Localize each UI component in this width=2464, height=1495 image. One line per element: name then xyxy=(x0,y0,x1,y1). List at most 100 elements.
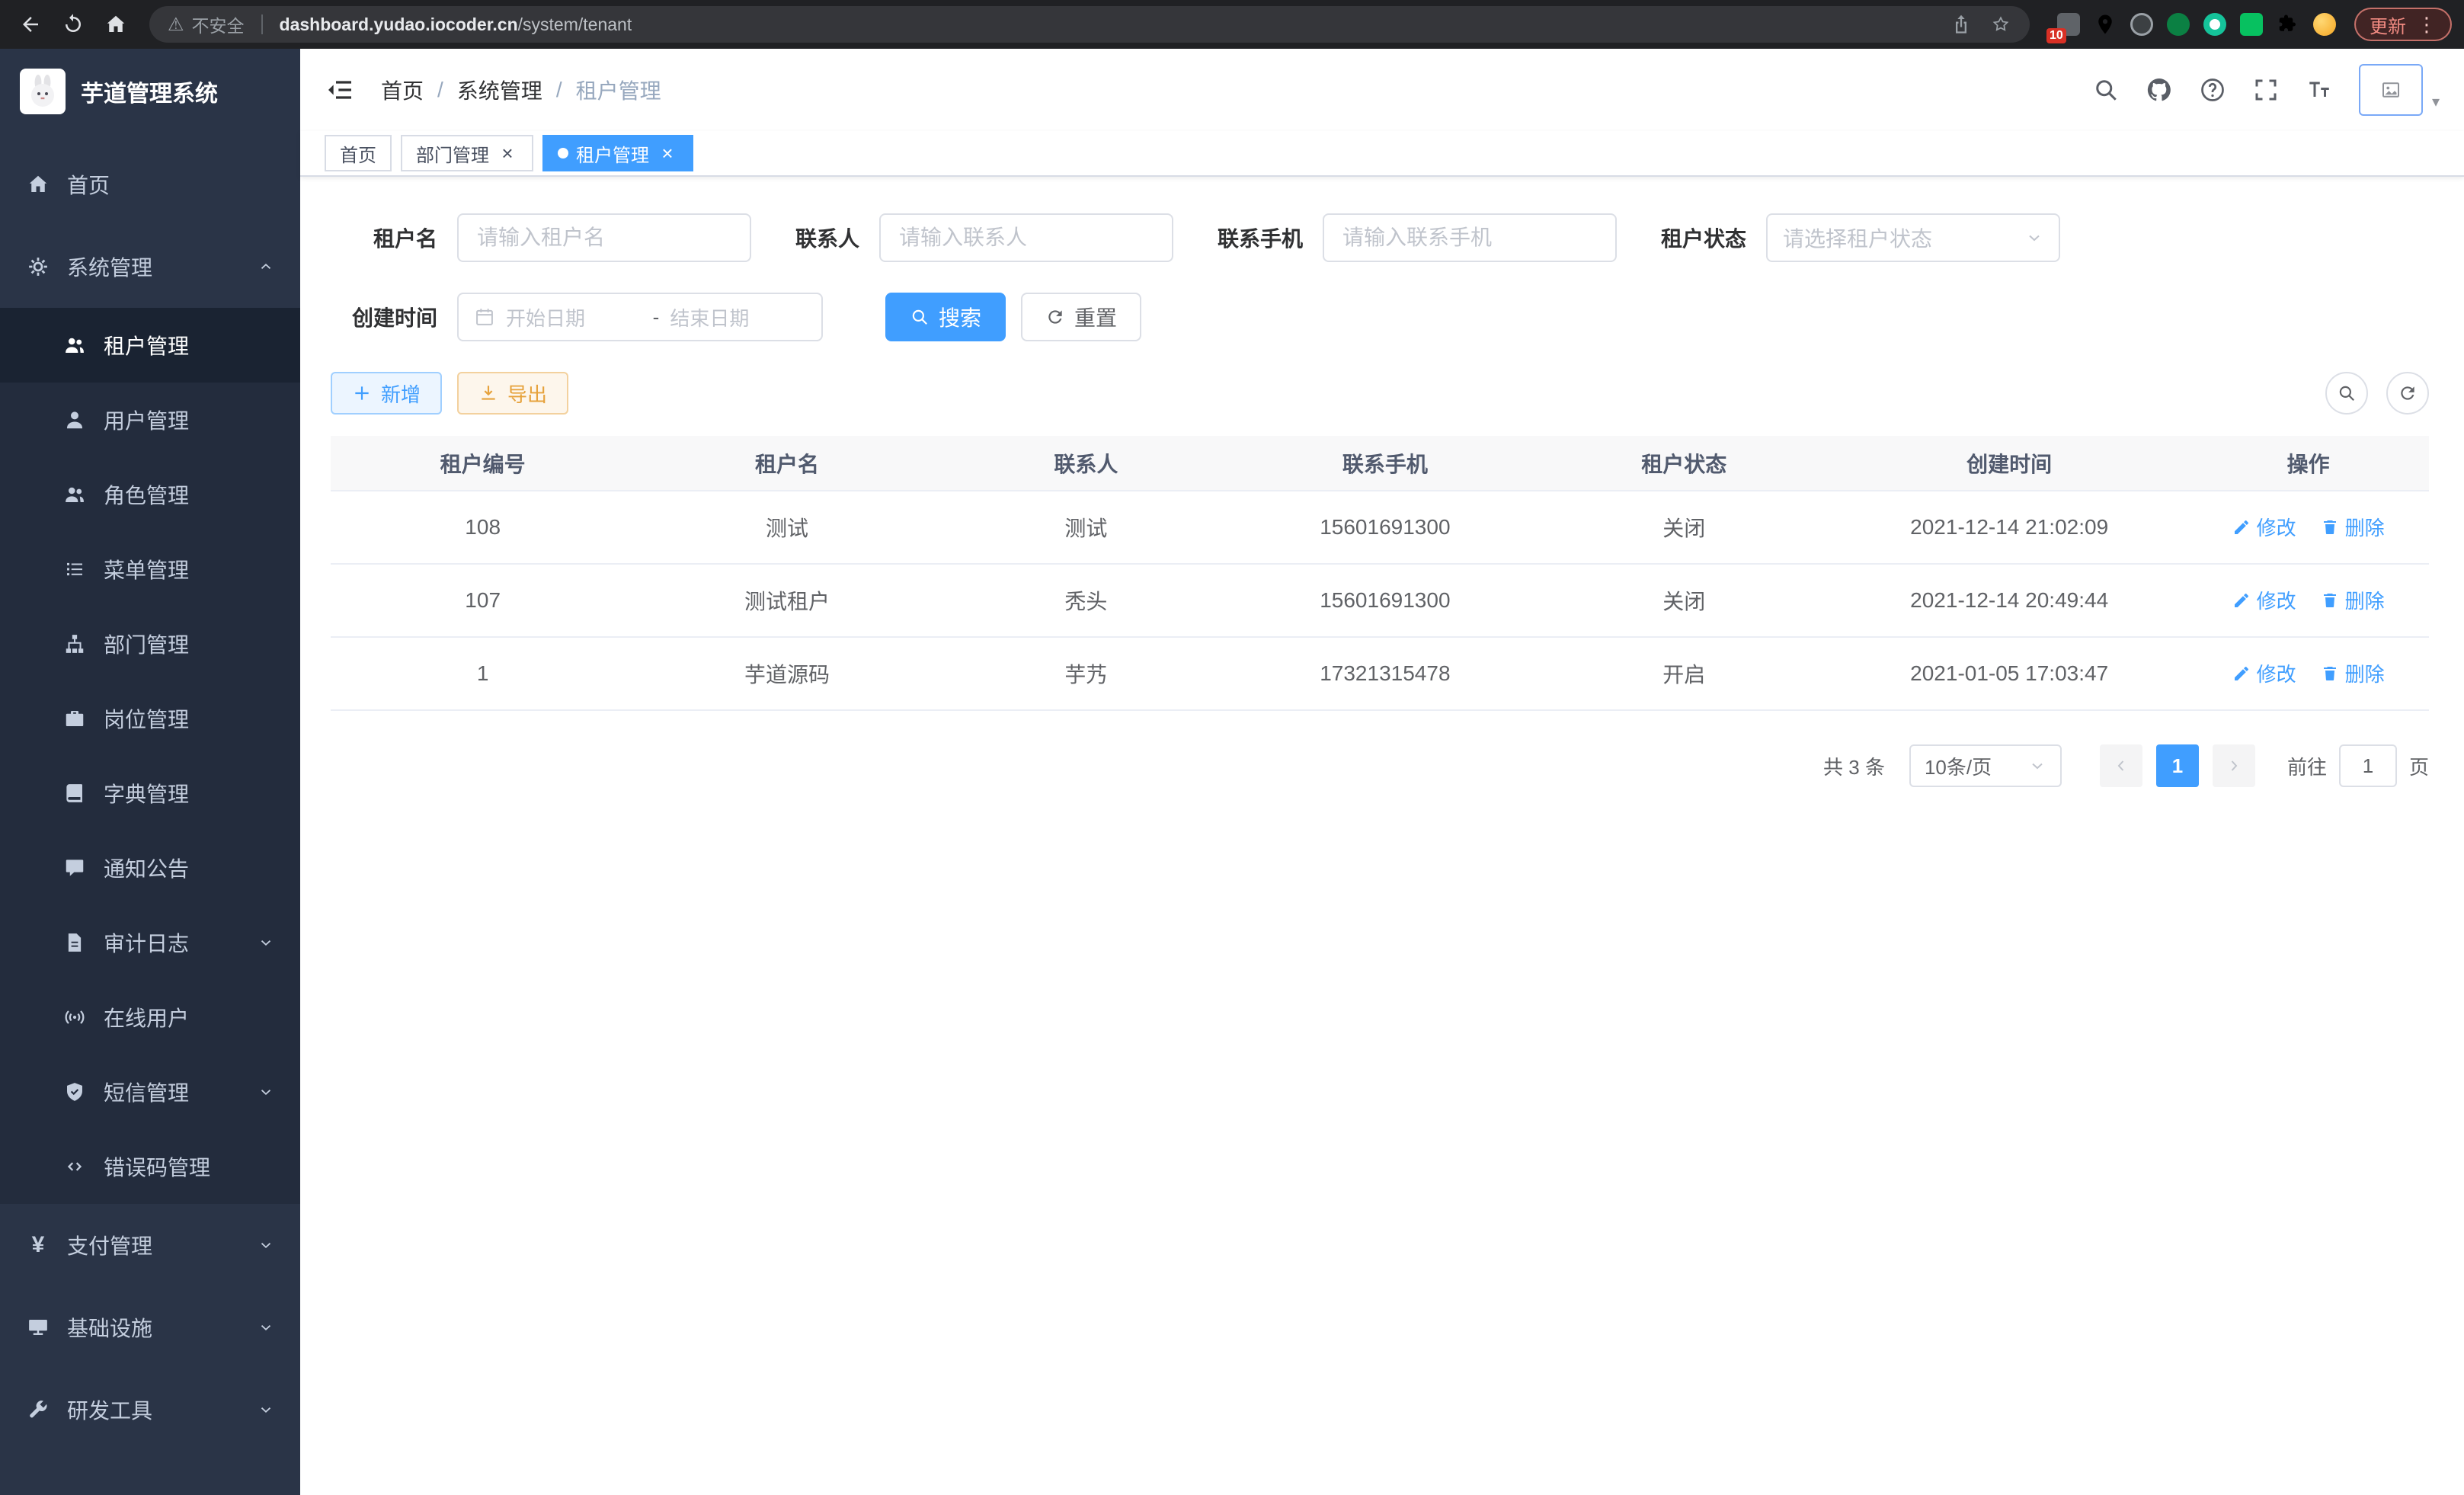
tenant-name-input[interactable] xyxy=(457,213,751,262)
extensions-puzzle-icon[interactable] xyxy=(2277,13,2299,36)
sidebar-item-online-users[interactable]: 在线用户 xyxy=(0,980,300,1055)
caret-down-icon: ▾ xyxy=(2432,94,2440,116)
edit-link[interactable]: 修改 xyxy=(2232,513,2296,541)
address-bar[interactable]: ⚠ 不安全 dashboard.yudao.iocoder.cn/system/… xyxy=(149,6,2030,43)
sidebar-item-departments[interactable]: 部门管理 xyxy=(0,607,300,681)
reset-button[interactable]: 重置 xyxy=(1021,293,1141,341)
cell-phone: 15601691300 xyxy=(1233,491,1537,564)
sidebar-item-tenant[interactable]: 租户管理 xyxy=(0,308,300,383)
date-range-picker[interactable]: 开始日期 - 结束日期 xyxy=(457,293,823,341)
breadcrumb-system[interactable]: 系统管理 xyxy=(457,75,542,105)
chevron-down-icon xyxy=(258,934,274,951)
browser-home-icon[interactable] xyxy=(98,6,134,43)
cell-contact: 秃头 xyxy=(939,564,1234,637)
sidebar-item-audit-log[interactable]: 审计日志 xyxy=(0,905,300,980)
page-size-select[interactable]: 10条/页 xyxy=(1909,744,2062,787)
trash-icon xyxy=(2321,591,2339,610)
edit-icon xyxy=(2232,518,2251,536)
extension-icon-3[interactable] xyxy=(2167,13,2190,36)
menu-list-icon xyxy=(62,558,87,581)
browser-menu-icon[interactable]: ⋮ xyxy=(2417,13,2437,37)
tab-department[interactable]: 部门管理× xyxy=(401,135,533,171)
cell-actions: 修改删除 xyxy=(2187,637,2429,710)
screen: ⚠ 不安全 dashboard.yudao.iocoder.cn/system/… xyxy=(0,0,2464,1495)
browser-profile-avatar[interactable] xyxy=(2313,13,2336,36)
next-page-button[interactable] xyxy=(2213,744,2255,787)
chevron-down-icon xyxy=(258,1319,274,1336)
sidebar-item-system[interactable]: 系统管理 xyxy=(0,226,300,308)
extension-icon-5[interactable] xyxy=(2240,13,2263,36)
filter-tenant-name: 租户名 xyxy=(331,213,751,262)
sidebar-item-dict[interactable]: 字典管理 xyxy=(0,756,300,831)
page-size-value: 10条/页 xyxy=(1925,752,1992,780)
back-icon[interactable] xyxy=(12,6,49,43)
update-label: 更新 xyxy=(2370,11,2406,38)
delete-link[interactable]: 删除 xyxy=(2321,659,2385,687)
browser-toolbar: ⚠ 不安全 dashboard.yudao.iocoder.cn/system/… xyxy=(0,0,2464,49)
delete-link[interactable]: 删除 xyxy=(2321,586,2385,614)
delete-link[interactable]: 删除 xyxy=(2321,513,2385,541)
sidebar-item-posts[interactable]: 岗位管理 xyxy=(0,681,300,756)
sidebar-item-label: 支付管理 xyxy=(67,1230,152,1260)
add-button[interactable]: 新增 xyxy=(331,372,442,415)
tab-home[interactable]: 首页 xyxy=(325,135,392,171)
font-size-icon[interactable] xyxy=(2306,76,2333,104)
goto-page-input[interactable] xyxy=(2339,744,2397,787)
filter-status: 租户状态 请选择租户状态 xyxy=(1661,213,2060,262)
update-button[interactable]: 更新 ⋮ xyxy=(2354,8,2452,41)
sidebar-item-infra[interactable]: 基础设施 xyxy=(0,1286,300,1369)
refresh-table-button[interactable] xyxy=(2386,372,2429,415)
yen-icon: ¥ xyxy=(26,1232,50,1258)
edit-link[interactable]: 修改 xyxy=(2232,586,2296,614)
fullscreen-icon[interactable] xyxy=(2252,76,2280,104)
close-icon[interactable]: × xyxy=(657,142,678,164)
contact-input[interactable] xyxy=(879,213,1173,262)
github-icon[interactable] xyxy=(2146,76,2173,104)
comment-icon xyxy=(62,856,87,879)
sidebar-item-sms[interactable]: 短信管理 xyxy=(0,1055,300,1129)
status-select[interactable]: 请选择租户状态 xyxy=(1766,213,2060,262)
page-number-1[interactable]: 1 xyxy=(2156,744,2199,787)
edit-link[interactable]: 修改 xyxy=(2232,659,2296,687)
search-button-label: 搜索 xyxy=(939,302,981,332)
bookmark-star-icon[interactable] xyxy=(1990,14,2011,35)
sidebar-item-notice[interactable]: 通知公告 xyxy=(0,831,300,905)
omnibox-divider xyxy=(261,14,263,34)
search-icon[interactable] xyxy=(2092,76,2120,104)
sidebar-item-devtools[interactable]: 研发工具 xyxy=(0,1369,300,1451)
sidebar-item-roles[interactable]: 角色管理 xyxy=(0,457,300,532)
help-icon[interactable] xyxy=(2199,76,2226,104)
extension-icon-1[interactable]: 10 xyxy=(2057,13,2080,36)
sidebar-item-error-code[interactable]: 错误码管理 xyxy=(0,1129,300,1204)
sidebar-item-label: 在线用户 xyxy=(104,1002,189,1032)
sidebar-item-home[interactable]: 首页 xyxy=(0,143,300,226)
cell-actions: 修改删除 xyxy=(2187,564,2429,637)
collapse-sidebar-icon[interactable] xyxy=(325,73,358,107)
sidebar-item-label: 字典管理 xyxy=(104,778,189,808)
reload-icon[interactable] xyxy=(55,6,91,43)
breadcrumb-home[interactable]: 首页 xyxy=(381,75,424,105)
search-button[interactable]: 搜索 xyxy=(885,293,1006,341)
sidebar-item-label: 基础设施 xyxy=(67,1312,152,1343)
share-icon[interactable] xyxy=(1950,14,1972,35)
sidebar-item-menus[interactable]: 菜单管理 xyxy=(0,532,300,607)
toggle-search-button[interactable] xyxy=(2325,372,2368,415)
phone-input[interactable] xyxy=(1323,213,1617,262)
cell-status: 关闭 xyxy=(1538,491,1832,564)
prev-page-button[interactable] xyxy=(2100,744,2142,787)
edit-icon xyxy=(2232,591,2251,610)
extension-pin-icon[interactable] xyxy=(2094,13,2117,36)
cell-created: 2021-12-14 21:02:09 xyxy=(1831,491,2187,564)
tab-tenant[interactable]: 租户管理 × xyxy=(542,135,693,171)
book-icon xyxy=(62,782,87,805)
user-avatar[interactable]: ▾ xyxy=(2359,64,2440,116)
extension-icon-2[interactable] xyxy=(2130,13,2153,36)
sidebar-logo[interactable]: 芋道管理系统 xyxy=(0,49,300,134)
export-button[interactable]: 导出 xyxy=(457,372,568,415)
sidebar-item-payment[interactable]: ¥ 支付管理 xyxy=(0,1204,300,1286)
tab-label: 租户管理 xyxy=(576,140,649,167)
close-icon[interactable]: × xyxy=(497,142,518,164)
sidebar-item-users[interactable]: 用户管理 xyxy=(0,383,300,457)
security-label[interactable]: 不安全 xyxy=(192,11,245,37)
extension-icon-4[interactable] xyxy=(2203,13,2226,36)
